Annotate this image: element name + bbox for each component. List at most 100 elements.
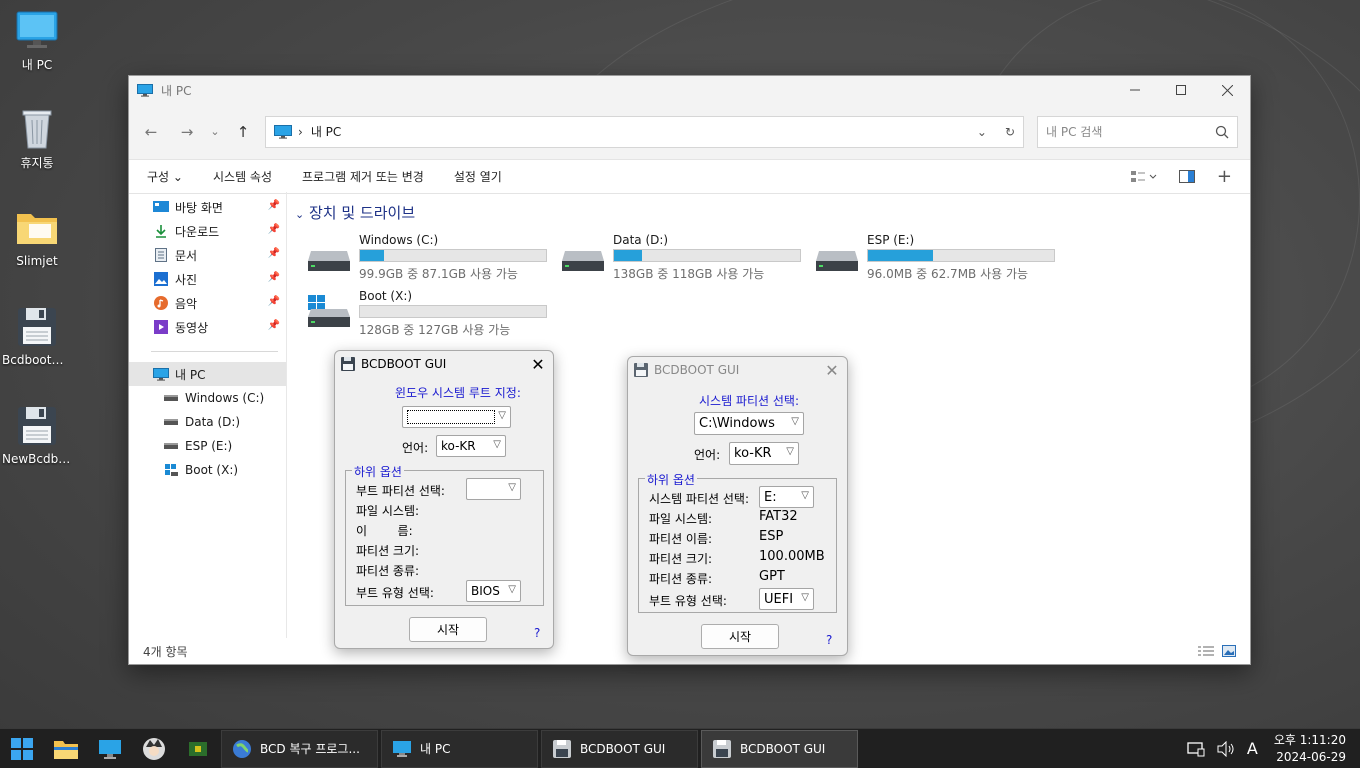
dialog-titlebar[interactable]: BCDBOOT GUI ✕ xyxy=(628,357,847,383)
desktop-icon-my-pc[interactable]: 내 PC xyxy=(0,8,74,73)
file-system-label: 파일 시스템: xyxy=(649,512,713,526)
boot-type-label: 부트 유형 선택: xyxy=(649,594,727,608)
nav-item-drive-x[interactable]: Boot (X:) xyxy=(129,458,286,482)
start-button[interactable]: 시작 xyxy=(409,617,487,642)
organize-label: 구성 xyxy=(147,170,170,184)
taskbar-task-my-pc[interactable]: 내 PC xyxy=(381,729,538,768)
recent-locations-chevron-icon[interactable]: ⌄ xyxy=(201,118,229,146)
uninstall-program-button[interactable]: 프로그램 제거 또는 변경 xyxy=(302,168,424,185)
language-value: ko-KR xyxy=(734,446,772,461)
devices-group-header[interactable]: ⌄ 장치 및 드라이브 xyxy=(295,202,415,223)
desktop-icon-label: 내 PC xyxy=(21,58,53,72)
preview-pane-icon[interactable] xyxy=(1178,170,1195,183)
address-dropdown-chevron-icon[interactable]: ⌄ xyxy=(977,125,987,139)
floppy-disk-icon xyxy=(341,357,355,371)
task-label: 내 PC xyxy=(420,742,451,756)
system-partition-combo[interactable]: C:\Windows ▽ xyxy=(694,412,804,435)
taskbar-task-bcdboot-gui-2[interactable]: BCDBOOT GUI xyxy=(701,729,858,768)
search-placeholder: 내 PC 검색 xyxy=(1046,125,1103,139)
nav-item-videos[interactable]: 동영상 📌 xyxy=(129,315,286,339)
back-arrow-icon[interactable]: ← xyxy=(137,118,165,146)
help-link[interactable]: ? xyxy=(826,633,832,647)
nav-divider xyxy=(151,351,278,352)
ime-indicator[interactable]: A xyxy=(1247,739,1258,758)
nav-item-music[interactable]: 음악 📌 xyxy=(129,291,286,315)
nav-item-drive-e[interactable]: ESP (E:) xyxy=(129,434,286,458)
volume-icon[interactable] xyxy=(1217,740,1235,757)
open-settings-button[interactable]: 설정 열기 xyxy=(454,168,502,185)
drive-icon xyxy=(163,390,179,406)
up-arrow-icon[interactable]: ↑ xyxy=(229,118,257,146)
taskbar-task-bcd-recovery[interactable]: BCD 복구 프로그... xyxy=(221,729,378,768)
system-root-combo[interactable]: ▽ xyxy=(402,406,511,428)
nav-item-drive-d[interactable]: Data (D:) xyxy=(129,410,286,434)
clock-date: 2024-06-29 xyxy=(1276,749,1346,764)
boot-type-combo[interactable]: BIOS ▽ xyxy=(466,580,521,602)
search-box[interactable]: 내 PC 검색 xyxy=(1037,115,1238,148)
windows-logo-icon xyxy=(11,737,33,760)
partition-select-combo[interactable]: E: ▽ xyxy=(759,486,814,508)
nav-item-drive-c[interactable]: Windows (C:) xyxy=(129,386,286,410)
task-label: BCDBOOT GUI xyxy=(580,741,666,756)
close-button[interactable]: ✕ xyxy=(523,355,553,374)
monitor-icon xyxy=(153,366,169,382)
language-combo[interactable]: ko-KR ▽ xyxy=(729,442,799,465)
taskbar-task-bcdboot-gui-1[interactable]: BCDBOOT GUI xyxy=(541,729,698,768)
nav-item-my-pc[interactable]: 내 PC xyxy=(129,362,286,386)
desktop-icon-slimjet[interactable]: Slimjet xyxy=(0,206,74,268)
floppy-disk-icon xyxy=(552,739,572,759)
drive-tile-c[interactable]: Windows (C:) 99.9GB 중 87.1GB 사용 가능 xyxy=(307,233,547,281)
dialog-titlebar[interactable]: BCDBOOT GUI ✕ xyxy=(335,351,553,377)
explorer-titlebar[interactable]: 내 PC xyxy=(129,76,1250,104)
nav-item-downloads[interactable]: 다운로드 📌 xyxy=(129,219,286,243)
download-icon xyxy=(153,223,169,239)
desktop-icon-newbcdboot[interactable]: NewBcdbo... xyxy=(0,404,74,466)
pin-icon: 📌 xyxy=(267,224,280,235)
refresh-icon[interactable]: ↻ xyxy=(1005,125,1015,139)
drive-tile-e[interactable]: ESP (E:) 96.0MB 중 62.7MB 사용 가능 xyxy=(815,233,1055,281)
maximize-button[interactable] xyxy=(1158,76,1204,104)
organize-menu[interactable]: 구성 ⌄ xyxy=(147,168,183,185)
taskbar-my-pc[interactable] xyxy=(90,729,130,768)
breadcrumb-my-pc[interactable]: 내 PC xyxy=(311,123,341,140)
large-icons-view-icon[interactable] xyxy=(1222,645,1236,657)
system-properties-button[interactable]: 시스템 속성 xyxy=(213,168,272,185)
address-bar[interactable]: › 내 PC ⌄ ↻ xyxy=(265,115,1024,148)
start-button[interactable] xyxy=(2,729,42,768)
nav-item-pictures[interactable]: 사진 📌 xyxy=(129,267,286,291)
taskbar-app-chip[interactable] xyxy=(178,729,218,768)
change-view-icon[interactable] xyxy=(1130,170,1157,184)
minimize-button[interactable] xyxy=(1112,76,1158,104)
nav-item-label: 내 PC xyxy=(175,367,206,382)
drive-usage-fill xyxy=(868,250,934,261)
nav-item-label: 문서 xyxy=(175,248,198,263)
desktop-icon-recycle-bin[interactable]: 휴지통 xyxy=(0,106,74,171)
nav-item-documents[interactable]: 문서 📌 xyxy=(129,243,286,267)
chevron-down-icon: ▽ xyxy=(498,410,506,421)
drive-icon xyxy=(163,438,179,454)
close-button[interactable] xyxy=(1204,76,1250,104)
drive-tile-d[interactable]: Data (D:) 138GB 중 118GB 사용 가능 xyxy=(561,233,801,281)
desktop-icon-bcdbootgui[interactable]: BcdbootG... xyxy=(0,305,74,367)
music-icon xyxy=(153,295,169,311)
task-label: BCDBOOT GUI xyxy=(740,741,826,756)
nav-item-desktop[interactable]: 바탕 화면 📌 xyxy=(129,195,286,219)
drive-tile-x[interactable]: Boot (X:) 128GB 중 127GB 사용 가능 xyxy=(307,289,547,337)
taskbar-file-explorer[interactable] xyxy=(46,729,86,768)
forward-arrow-icon[interactable]: → xyxy=(173,118,201,146)
boot-type-combo[interactable]: UEFI ▽ xyxy=(759,588,814,610)
boot-partition-combo[interactable]: ▽ xyxy=(466,478,521,500)
command-bar: 구성 ⌄ 시스템 속성 프로그램 제거 또는 변경 설정 열기 + xyxy=(129,160,1250,194)
clock[interactable]: 오후 1:11:20 2024-06-29 xyxy=(1264,732,1360,766)
partition-type-value: GPT xyxy=(759,569,785,584)
add-icon[interactable]: + xyxy=(1217,166,1232,187)
language-combo[interactable]: ko-KR ▽ xyxy=(436,435,506,457)
taskbar-app-avatar[interactable] xyxy=(134,729,174,768)
bcdboot-dialog-2: BCDBOOT GUI ✕ 시스템 파티션 선택: C:\Windows ▽ 언… xyxy=(627,356,848,656)
network-icon[interactable] xyxy=(1187,741,1205,757)
details-view-icon[interactable] xyxy=(1198,645,1214,657)
close-button[interactable]: ✕ xyxy=(817,361,847,380)
help-link[interactable]: ? xyxy=(534,626,540,640)
partition-type-label: 파티션 종류: xyxy=(356,564,420,578)
start-button[interactable]: 시작 xyxy=(701,624,779,649)
